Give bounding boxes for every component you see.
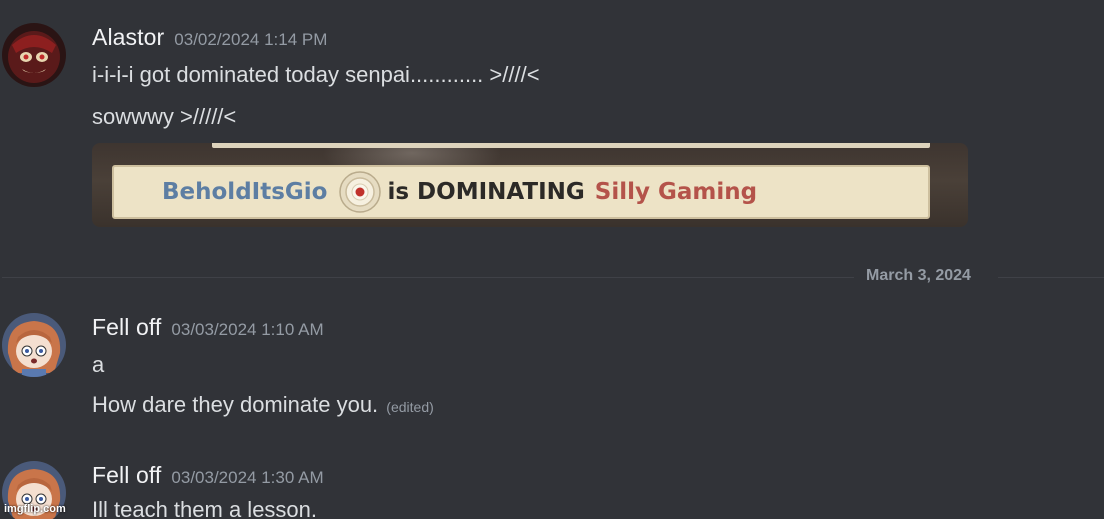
killfeed-banner: BeholdItsGio is DOMINATING Silly Gaming bbox=[112, 165, 930, 219]
divider-line bbox=[2, 277, 854, 278]
message-group: Fell off 03/03/2024 1:10 AM a How dare th… bbox=[0, 290, 1104, 430]
edited-label[interactable]: (edited) bbox=[386, 399, 433, 415]
killfeed-action: is DOMINATING bbox=[387, 179, 585, 205]
divider-line bbox=[998, 277, 1104, 278]
username[interactable]: Alastor bbox=[92, 24, 164, 50]
username[interactable]: Fell off bbox=[92, 314, 161, 340]
killfeed-player2: Silly Gaming bbox=[594, 179, 758, 205]
message-text-edited: How dare they dominate you. (edited) bbox=[92, 392, 434, 418]
image-attachment[interactable]: BeholdItsGio is DOMINATING Silly Gaming bbox=[92, 143, 968, 227]
message-header: Fell off 03/03/2024 1:10 AM bbox=[92, 314, 324, 341]
timestamp[interactable]: 03/02/2024 1:14 PM bbox=[174, 30, 327, 49]
date-divider: March 3, 2024 bbox=[0, 267, 1104, 284]
timestamp[interactable]: 03/03/2024 1:30 AM bbox=[171, 468, 323, 487]
avatar[interactable] bbox=[2, 313, 66, 377]
domination-target-icon bbox=[339, 171, 382, 213]
avatar-alastor-icon bbox=[2, 23, 66, 87]
username[interactable]: Fell off bbox=[92, 462, 161, 488]
chat-view: Alastor 03/02/2024 1:14 PM i-i-i-i got do… bbox=[0, 0, 1104, 519]
message-group: Fell off 03/03/2024 1:30 AM Ill teach the… bbox=[0, 438, 1104, 519]
divider-date: March 3, 2024 bbox=[866, 267, 971, 284]
message-text: How dare they dominate you. bbox=[92, 392, 379, 417]
message-text: i-i-i-i got dominated today senpai......… bbox=[92, 62, 540, 87]
avatar-felloff-icon bbox=[2, 313, 66, 377]
embed-top-strip bbox=[212, 143, 930, 148]
message-header: Fell off 03/03/2024 1:30 AM bbox=[92, 462, 324, 489]
killfeed-player1: BeholdItsGio bbox=[162, 179, 328, 205]
timestamp[interactable]: 03/03/2024 1:10 AM bbox=[171, 320, 323, 339]
message-text: sowwwy >/////< bbox=[92, 104, 237, 129]
message-header: Alastor 03/02/2024 1:14 PM bbox=[92, 24, 327, 51]
message-text: a bbox=[92, 352, 105, 377]
message-text: Ill teach them a lesson. bbox=[92, 497, 318, 519]
watermark: imgflip.com bbox=[4, 503, 66, 515]
message-group: Alastor 03/02/2024 1:14 PM i-i-i-i got do… bbox=[0, 0, 1104, 240]
avatar[interactable] bbox=[2, 23, 66, 87]
